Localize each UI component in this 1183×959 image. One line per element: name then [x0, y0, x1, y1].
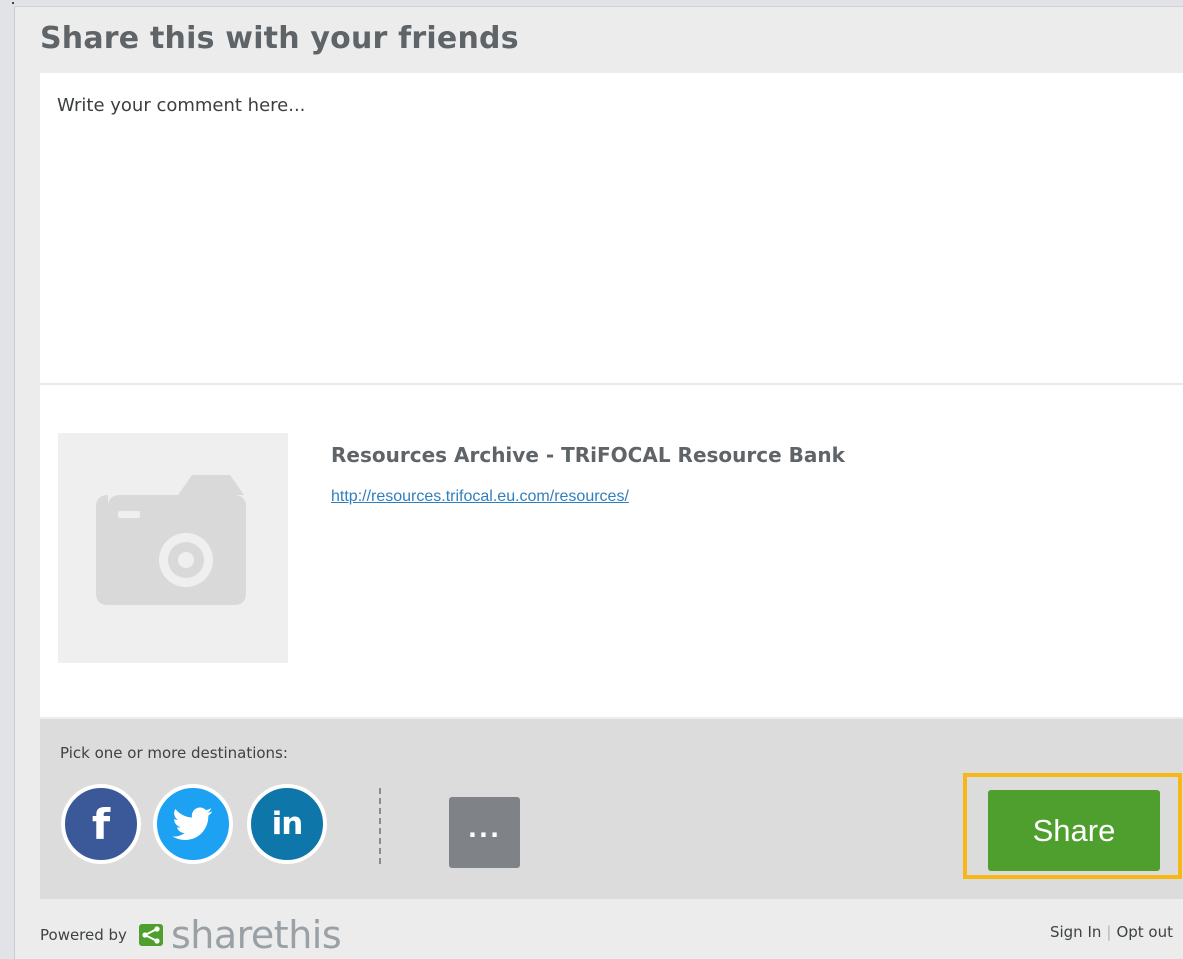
opt-out-link[interactable]: Opt out	[1116, 923, 1173, 941]
link-url[interactable]: http://resources.trifocal.eu.com/resourc…	[331, 488, 629, 506]
powered-by-label: Powered by	[40, 926, 127, 944]
facebook-button[interactable]: f	[61, 784, 141, 864]
destinations-label: Pick one or more destinations:	[60, 744, 288, 762]
share-button[interactable]: Share	[988, 790, 1160, 871]
sign-in-link[interactable]: Sign In	[1050, 923, 1101, 941]
more-destinations-button[interactable]: ...	[449, 797, 520, 868]
sharethis-logo-icon	[138, 924, 163, 946]
destinations-divider	[379, 788, 381, 864]
footer-links: Sign In | Opt out	[1050, 923, 1173, 941]
twitter-button[interactable]	[153, 784, 233, 864]
share-widget: Share this with your friends Resources A…	[15, 7, 1183, 959]
more-dots-icon: ...	[467, 814, 502, 843]
footer-separator: |	[1106, 923, 1112, 941]
comment-textarea[interactable]	[40, 73, 1183, 385]
share-card: Resources Archive - TRiFOCAL Resource Ba…	[40, 73, 1183, 717]
destinations-bar: Pick one or more destinations: f in ... …	[40, 719, 1183, 899]
linkedin-button[interactable]: in	[247, 784, 327, 864]
facebook-icon: f	[91, 800, 111, 849]
linkedin-icon: in	[271, 805, 304, 842]
page-left-edge	[0, 0, 17, 959]
twitter-icon	[173, 807, 213, 840]
widget-title: Share this with your friends	[40, 21, 519, 56]
link-title: Resources Archive - TRiFOCAL Resource Ba…	[331, 443, 845, 467]
page-top-edge	[14, 0, 1183, 7]
sharethis-brand: sharethis	[170, 913, 342, 957]
powered-by: Powered by sharethis	[40, 913, 342, 957]
link-thumbnail	[58, 433, 288, 663]
camera-icon	[96, 475, 246, 605]
